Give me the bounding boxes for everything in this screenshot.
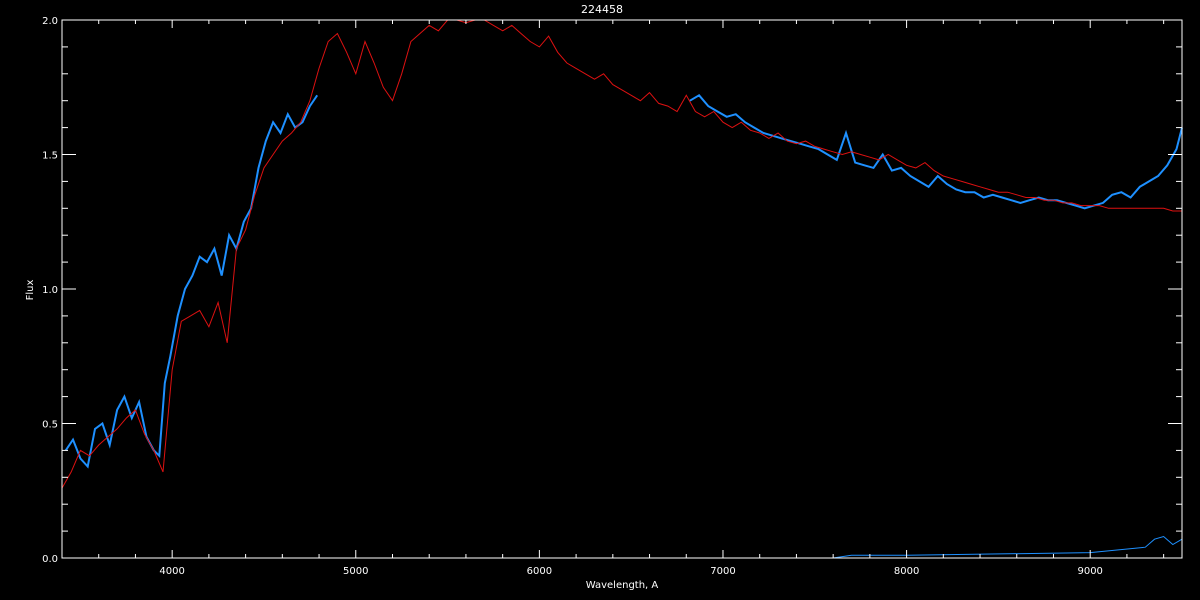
- x-tick-label-0: 4000: [159, 566, 184, 577]
- x-tick-label-5: 9000: [1077, 566, 1102, 577]
- x-tick-label-4: 8000: [894, 566, 919, 577]
- x-tick-label-3: 7000: [710, 566, 735, 577]
- spectrum-chart: 4000 5000 6000 7000 8000 9000 0.0 0.5 1.0 1.5 2.0…: [0, 0, 1200, 600]
- x-tick-label-2: 6000: [527, 566, 552, 577]
- y-tick-label-3: 1.5: [42, 151, 58, 162]
- y-tick-label-2: 1.0: [42, 285, 58, 296]
- chart-title: 224458: [581, 3, 623, 16]
- y-axis-title: Flux: [25, 280, 36, 301]
- chart-background: [0, 0, 1200, 600]
- y-tick-label-4: 2.0: [42, 16, 58, 27]
- y-tick-label-1: 0.5: [42, 420, 58, 431]
- x-axis-title: Wavelength, A: [586, 580, 659, 591]
- x-tick-label-1: 5000: [343, 566, 368, 577]
- y-tick-label-0: 0.0: [42, 554, 58, 565]
